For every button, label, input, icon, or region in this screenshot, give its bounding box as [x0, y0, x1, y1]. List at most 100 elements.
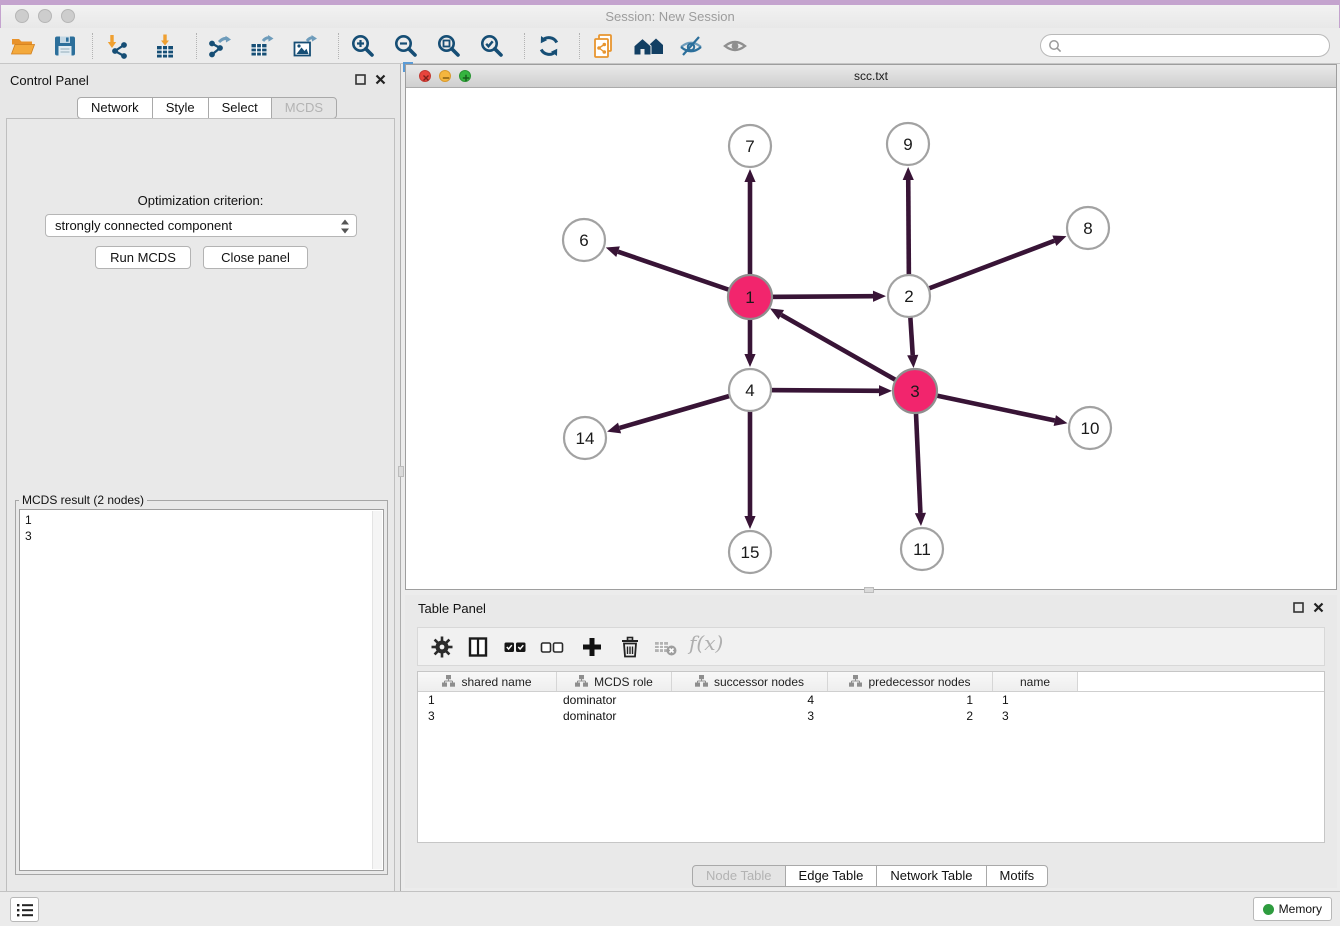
tab-node-table[interactable]: Node Table [692, 865, 786, 887]
graph-node-label: 14 [576, 429, 595, 448]
column-type-icon [849, 675, 862, 688]
mcds-result-list[interactable]: 1 3 [19, 509, 384, 871]
main-titlebar: Session: New Session [0, 5, 1340, 28]
graph-node-label: 4 [745, 381, 754, 400]
memory-label: Memory [1279, 902, 1322, 916]
save-session-icon[interactable] [52, 33, 78, 59]
run-mcds-button[interactable]: Run MCDS [95, 246, 191, 269]
horizontal-splitter-handle[interactable] [864, 587, 874, 593]
float-table-panel-icon[interactable] [1292, 601, 1305, 614]
graph-edge-arrowhead [879, 385, 892, 396]
show-all-eye-icon[interactable] [722, 33, 748, 59]
toolbar-separator [524, 33, 525, 59]
graph-edge-arrowhead [903, 167, 914, 180]
graph-edge-arrowhead [1054, 415, 1068, 426]
close-panel-button[interactable]: Close panel [203, 246, 308, 269]
float-panel-icon[interactable] [354, 73, 367, 86]
close-table-panel-icon[interactable] [1312, 601, 1325, 614]
column-header-name[interactable]: name [993, 672, 1078, 691]
node-table: shared name MCDS role successor nodes pr… [417, 671, 1325, 843]
table-settings-gear-icon[interactable] [429, 634, 455, 660]
network-window-titlebar: scc.txt [406, 65, 1336, 88]
list-icon [16, 902, 34, 918]
graph-edge-arrowhead [1052, 236, 1066, 246]
hide-selected-eye-icon[interactable] [678, 33, 704, 59]
search-input[interactable] [1066, 39, 1329, 53]
open-session-icon[interactable] [10, 33, 36, 59]
header-filler [1078, 672, 1324, 691]
home-icon[interactable] [633, 33, 665, 59]
graph-edge-arrowhead [907, 355, 918, 368]
graph-node-label: 15 [741, 543, 760, 562]
vertical-splitter-handle[interactable] [398, 466, 404, 477]
zoom-out-icon[interactable] [393, 33, 419, 59]
import-table-icon[interactable] [152, 33, 178, 59]
column-header-mcds-role[interactable]: MCDS role [557, 672, 672, 691]
tab-edge-table[interactable]: Edge Table [785, 865, 878, 887]
import-network-icon[interactable] [104, 33, 130, 59]
show-columns-icon[interactable] [465, 634, 491, 660]
toolbar-separator [579, 33, 580, 59]
column-header-successor-nodes[interactable]: successor nodes [672, 672, 828, 691]
column-header-predecessor-nodes[interactable]: predecessor nodes [828, 672, 993, 691]
table-panel-tabs: Node Table Edge Table Network Table Moti… [693, 865, 1048, 887]
graph-edge-arrowhead [606, 246, 620, 257]
column-type-icon [442, 675, 455, 688]
mcds-tab-content: Optimization criterion: strongly connect… [6, 118, 395, 926]
add-column-icon[interactable] [579, 634, 605, 660]
close-panel-icon[interactable] [374, 73, 387, 86]
refresh-icon[interactable] [536, 33, 562, 59]
tab-network[interactable]: Network [77, 97, 153, 119]
select-spinner-icon [339, 218, 351, 235]
graph-node-label: 8 [1083, 219, 1092, 238]
status-bar: Memory [0, 891, 1340, 926]
mcds-result-node: 1 [20, 510, 383, 528]
graph-node-label: 11 [913, 540, 931, 559]
export-table-icon[interactable] [249, 33, 275, 59]
select-all-icon[interactable] [502, 634, 528, 660]
column-header-shared-name[interactable]: shared name [418, 672, 557, 691]
tab-style[interactable]: Style [152, 97, 209, 119]
graph-node-label: 3 [910, 382, 919, 401]
tab-mcds[interactable]: MCDS [271, 97, 337, 119]
tab-motifs[interactable]: Motifs [986, 865, 1049, 887]
table-row[interactable]: 1 dominator 4 1 1 [418, 692, 1324, 708]
network-window-title: scc.txt [406, 69, 1336, 83]
graph-node-label: 2 [904, 287, 913, 306]
tab-network-table[interactable]: Network Table [876, 865, 986, 887]
table-header-row: shared name MCDS role successor nodes pr… [418, 672, 1324, 692]
tab-select[interactable]: Select [208, 97, 272, 119]
search-icon [1048, 39, 1062, 53]
main-toolbar [0, 28, 1340, 64]
graph-edge[interactable] [909, 241, 1054, 296]
search-field[interactable] [1040, 34, 1330, 57]
result-scrollbar[interactable] [372, 511, 382, 869]
deselect-all-icon[interactable] [539, 634, 565, 660]
toolbar-separator [196, 33, 197, 59]
control-panel-title: Control Panel [10, 73, 89, 88]
network-graph[interactable]: 7968124314101511 [406, 88, 1336, 589]
memory-button[interactable]: Memory [1253, 897, 1332, 921]
network-canvas[interactable]: 7968124314101511 [406, 88, 1336, 589]
network-view-window: scc.txt 7968124314101511 [405, 64, 1337, 590]
delete-column-icon[interactable] [617, 634, 643, 660]
graph-node-label: 9 [903, 135, 912, 154]
task-history-button[interactable] [10, 897, 39, 922]
zoom-in-icon[interactable] [350, 33, 376, 59]
graph-node-label: 10 [1081, 419, 1100, 438]
zoom-selected-icon[interactable] [479, 33, 505, 59]
table-panel-title: Table Panel [418, 601, 486, 616]
graph-edge-arrowhead [607, 423, 621, 434]
table-row[interactable]: 3 dominator 3 2 3 [418, 708, 1324, 724]
export-network-icon[interactable] [206, 33, 232, 59]
graph-edge-arrowhead [744, 169, 755, 182]
window-title: Session: New Session [1, 9, 1339, 24]
export-image-icon[interactable] [292, 33, 318, 59]
open-session-file-icon[interactable] [592, 33, 618, 59]
column-type-icon [695, 675, 708, 688]
graph-edge-arrowhead [873, 291, 886, 302]
zoom-fit-icon[interactable] [436, 33, 462, 59]
memory-status-icon [1263, 904, 1274, 915]
control-panel: Control Panel Network Style Select MCDS … [0, 64, 401, 891]
optimization-criterion-select[interactable]: strongly connected component [45, 214, 357, 237]
